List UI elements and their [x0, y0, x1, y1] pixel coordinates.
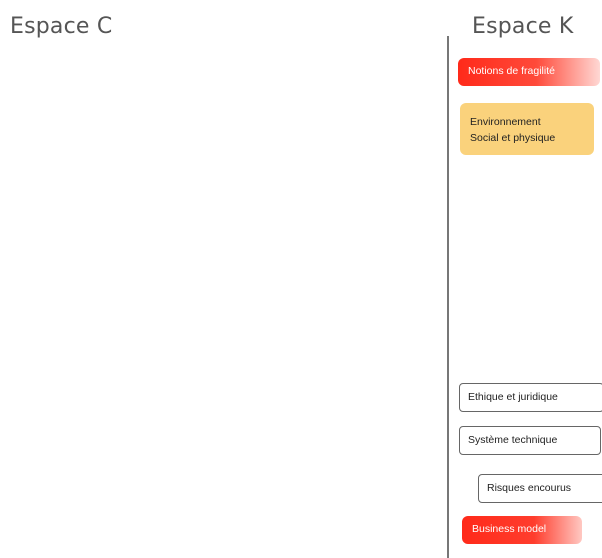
- card-environnement-line-2: Social et physique: [470, 132, 556, 144]
- espace-c-title: Espace C: [10, 14, 113, 39]
- card-business-model[interactable]: Business model: [462, 516, 582, 544]
- card-notions-fragilite[interactable]: Notions de fragilité: [458, 58, 600, 86]
- card-risques-encourus[interactable]: Risques encourus: [478, 474, 602, 503]
- card-environnement-line-1: Environnement: [470, 116, 541, 128]
- space-divider: [447, 36, 449, 558]
- card-environnement[interactable]: Environnement Social et physique: [460, 103, 594, 155]
- card-ethique-juridique[interactable]: Ethique et juridique: [459, 383, 602, 412]
- espace-k-title: Espace K: [472, 14, 574, 39]
- card-systeme-technique[interactable]: Système technique: [459, 426, 601, 455]
